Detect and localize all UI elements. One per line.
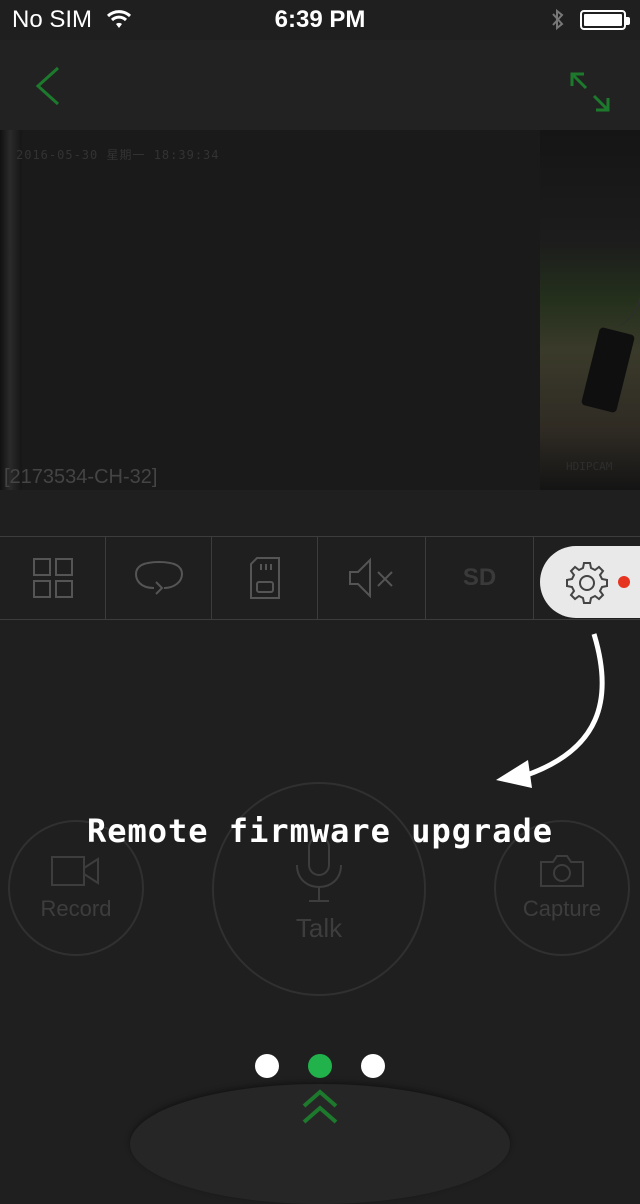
battery-icon bbox=[580, 10, 630, 30]
video-camera-icon bbox=[51, 856, 99, 886]
expand-icon[interactable] bbox=[568, 70, 612, 119]
settings-button[interactable] bbox=[540, 546, 640, 618]
video-feed[interactable]: 2016-05-30 星期一 18:39:34 HDIPCAM [2173534… bbox=[0, 130, 640, 490]
double-chevron-up-icon[interactable] bbox=[300, 1088, 340, 1133]
chevron-left-icon[interactable] bbox=[28, 64, 68, 113]
rotate-icon bbox=[134, 560, 183, 595]
notification-badge bbox=[618, 576, 630, 588]
rotate-button[interactable] bbox=[106, 537, 212, 619]
mute-button[interactable] bbox=[318, 537, 426, 619]
mute-icon bbox=[348, 557, 393, 599]
camera-id-label: [2173534-CH-32] bbox=[4, 466, 158, 488]
clock: 6:39 PM bbox=[274, 6, 366, 33]
curved-arrow-icon bbox=[480, 630, 620, 805]
sd-record-button[interactable]: SD bbox=[426, 537, 534, 619]
camera-icon bbox=[540, 855, 584, 887]
grid-view-button[interactable] bbox=[0, 537, 106, 619]
video-frame-edge bbox=[0, 130, 22, 490]
page-dot[interactable] bbox=[361, 1054, 385, 1078]
status-bar: No SIM 6:39 PM bbox=[0, 0, 640, 40]
feature-tip: Remote firmware upgrade bbox=[86, 812, 554, 850]
sd-card-icon bbox=[249, 557, 280, 599]
video-cable bbox=[560, 130, 640, 330]
nav-bar bbox=[0, 40, 640, 130]
grid-icon bbox=[32, 558, 73, 598]
gear-icon bbox=[564, 560, 610, 611]
page-indicator bbox=[0, 1054, 640, 1078]
sd-label: SD bbox=[462, 564, 497, 591]
page-dot-active[interactable] bbox=[308, 1054, 332, 1078]
talk-label: Talk bbox=[295, 912, 343, 943]
video-timestamp: 2016-05-30 星期一 18:39:34 bbox=[16, 148, 220, 162]
bluetooth-icon bbox=[550, 8, 566, 37]
video-watermark: HDIPCAM bbox=[566, 460, 613, 473]
capture-label: Capture bbox=[522, 896, 602, 921]
page-dot[interactable] bbox=[255, 1054, 279, 1078]
sd-card-button[interactable] bbox=[212, 537, 318, 619]
record-label: Record bbox=[40, 896, 112, 921]
